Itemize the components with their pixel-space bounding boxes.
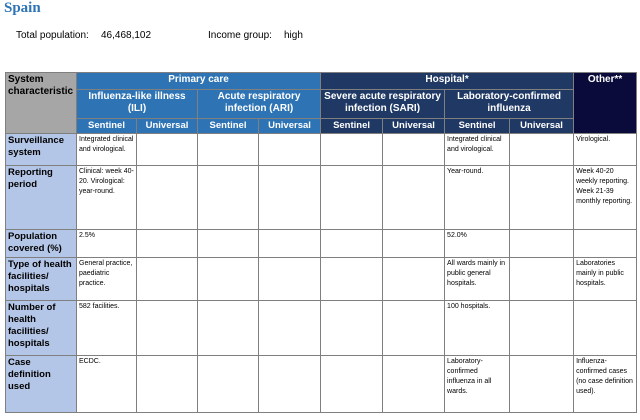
table-cell <box>509 133 575 166</box>
table-cell <box>320 229 384 258</box>
table-cell <box>257 229 322 258</box>
table-cell <box>197 355 259 413</box>
table-cell <box>320 355 384 413</box>
lab-sentinel-header: Sentinel <box>444 118 511 134</box>
table-cell: Integrated clinical and virological. <box>444 133 511 166</box>
ari-sentinel-header: Sentinel <box>197 118 259 134</box>
ari-universal-header: Universal <box>257 118 322 134</box>
table-cell: 52.0% <box>444 229 511 258</box>
table-cell <box>136 165 198 230</box>
population-value: 46,468,102 <box>101 30 152 41</box>
hospital-header: Hospital* <box>320 72 575 90</box>
table-cell: Year-round. <box>444 165 511 230</box>
table-cell <box>320 165 384 230</box>
table-cell <box>509 257 575 301</box>
table-cell <box>382 300 446 356</box>
row-label: Case definition used <box>5 355 77 413</box>
table-cell <box>573 229 638 258</box>
sari-sentinel-header: Sentinel <box>320 118 384 134</box>
table-row: Population covered (%) 2.5% 52.0% <box>5 229 638 258</box>
country-title: Spain <box>4 0 41 16</box>
primary-care-header: Primary care <box>75 72 322 90</box>
other-header: Other** <box>573 72 638 134</box>
row-label: Number of health facilities/ hospitals <box>5 300 77 356</box>
table-cell <box>197 300 259 356</box>
table-cell <box>257 257 322 301</box>
table-cell: General practice, paediatric practice. <box>76 257 137 301</box>
table-cell <box>320 257 384 301</box>
table-cell: All wards mainly in public general hospi… <box>444 257 511 301</box>
income-group-label: Income group: <box>208 30 272 41</box>
ili-universal-header: Universal <box>136 118 198 134</box>
table-row: Surveillance system Integrated clinical a… <box>5 133 638 166</box>
table-cell: Integrated clinical and virological. <box>76 133 137 166</box>
table-cell <box>509 355 575 413</box>
table-row: Number of health facilities/ hospitals 58… <box>5 300 638 356</box>
row-label: Reporting period <box>5 165 77 230</box>
table-body: Surveillance system Integrated clinical a… <box>5 133 638 413</box>
lab-universal-header: Universal <box>509 118 575 134</box>
table-cell <box>382 355 446 413</box>
sari-universal-header: Universal <box>382 118 446 134</box>
table-cell <box>136 355 198 413</box>
table-cell <box>197 257 259 301</box>
lab-confirmed-header: Laboratory-confirmed influenza <box>444 89 575 119</box>
table-cell <box>320 300 384 356</box>
table-cell: Clinical: week 40-20. Virological: year-… <box>76 165 137 230</box>
table-cell <box>136 257 198 301</box>
table-cell <box>382 229 446 258</box>
population-label: Total population: <box>16 30 89 41</box>
table-cell <box>257 300 322 356</box>
table-cell <box>573 300 638 356</box>
table-cell <box>136 133 198 166</box>
table-row: Type of health facilities/ hospitals Gene… <box>5 257 638 301</box>
table-cell <box>257 133 322 166</box>
table-cell: Week 40-20 weekly reporting. Week 21-39 … <box>573 165 638 230</box>
table-cell: Influenza-confirmed cases (no case defin… <box>573 355 638 413</box>
row-label: Type of health facilities/ hospitals <box>5 257 77 301</box>
table-cell: ECDC. <box>76 355 137 413</box>
ari-header: Acute respiratory infection (ARI) <box>196 89 322 119</box>
row-label: Surveillance system <box>5 133 77 166</box>
row-label: Population covered (%) <box>5 229 77 258</box>
table-cell <box>320 133 384 166</box>
table-cell <box>257 165 322 230</box>
table-cell <box>197 133 259 166</box>
table-cell <box>509 229 575 258</box>
table-cell <box>197 229 259 258</box>
table-cell <box>197 165 259 230</box>
table-cell: Virological. <box>573 133 638 166</box>
table-row: Case definition used ECDC. Laboratory-conf… <box>5 355 638 413</box>
table-cell: Laboratories mainly in public hospitals. <box>573 257 638 301</box>
table-cell: Laboratory-confirmed influenza in all wa… <box>444 355 511 413</box>
ili-sentinel-header: Sentinel <box>76 118 137 134</box>
table-cell: 100 hospitals. <box>444 300 511 356</box>
income-group-value: high <box>284 30 303 41</box>
table-row: Reporting period Clinical: week 40-20. Vi… <box>5 165 638 230</box>
table-cell: 2.5% <box>76 229 137 258</box>
table-cell: 582 facilities. <box>76 300 137 356</box>
table-cell <box>136 229 198 258</box>
table-cell <box>136 300 198 356</box>
ili-header: Influenza-like illness (ILI) <box>76 89 198 119</box>
table-cell <box>509 300 575 356</box>
sari-header: Severe acute respiratory infection (SARI… <box>320 89 446 119</box>
system-characteristic-header: System characteristic <box>5 72 77 134</box>
table-cell <box>382 133 446 166</box>
table-cell <box>382 165 446 230</box>
table-cell <box>257 355 322 413</box>
surveillance-table: System characteristic Primary care Hospi… <box>5 72 638 413</box>
table-cell <box>382 257 446 301</box>
table-cell <box>509 165 575 230</box>
